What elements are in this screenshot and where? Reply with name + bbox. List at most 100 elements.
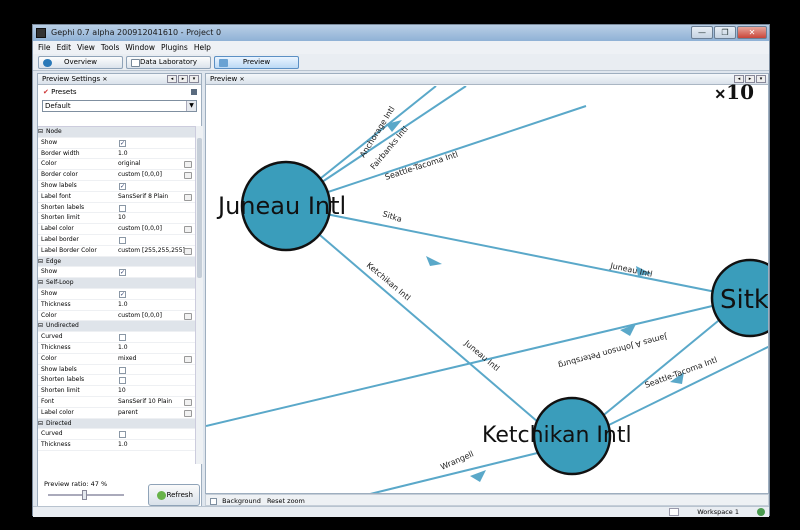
ellipsis-button[interactable] [184, 398, 192, 406]
reset-zoom-link[interactable]: Reset zoom [267, 497, 305, 505]
menu-plugins[interactable]: Plugins [161, 41, 188, 54]
property-row[interactable]: Show labels [38, 365, 195, 376]
property-value[interactable]: SansSerif 10 Plain [118, 397, 172, 408]
property-row[interactable]: Border width 1.0 [38, 149, 195, 160]
scroll-thumb[interactable] [197, 138, 202, 278]
property-checkbox[interactable] [119, 139, 126, 150]
menu-window[interactable]: Window [125, 41, 155, 54]
window-menu-icon[interactable]: ▾ [756, 75, 766, 83]
property-scrollbar[interactable] [195, 126, 203, 464]
property-row[interactable]: Label color custom [0,0,0] [38, 224, 195, 235]
property-value[interactable]: SansSerif 8 Plain [118, 192, 168, 203]
property-checkbox[interactable] [119, 334, 126, 342]
collapse-icon[interactable]: ⊟ [38, 127, 43, 138]
property-checkbox[interactable] [119, 236, 126, 244]
property-value[interactable]: custom [0,0,0] [118, 311, 162, 322]
ellipsis-button[interactable] [184, 312, 192, 320]
data-laboratory-button[interactable]: Data Laboratory [126, 56, 211, 69]
property-category[interactable]: Edge ⊟ [38, 256, 195, 268]
minimize-button[interactable]: — [691, 26, 713, 39]
ellipsis-button[interactable] [184, 161, 192, 169]
property-row[interactable]: Label font SansSerif 8 Plain [38, 192, 195, 203]
property-value[interactable]: custom [0,0,0] [118, 170, 162, 181]
property-checkbox[interactable] [119, 268, 126, 279]
tab-preview[interactable]: Preview ✕ ◂ ▸ ▾ [206, 74, 768, 85]
window-menu-icon[interactable]: ▾ [189, 75, 199, 83]
tab-preview-settings[interactable]: Preview Settings ✕ ◂ ▸ ▾ [38, 74, 201, 85]
property-row[interactable]: Shorten limit 10 [38, 213, 195, 225]
property-row[interactable]: Show [38, 138, 195, 150]
property-name: Color [41, 311, 57, 319]
property-checkbox[interactable] [119, 290, 126, 301]
maximize-button[interactable]: ❐ [714, 26, 736, 39]
property-row[interactable]: Curved [38, 332, 195, 343]
ellipsis-button[interactable] [184, 172, 192, 180]
property-row[interactable]: Thickness 1.0 [38, 300, 195, 311]
collapse-icon[interactable]: ⊟ [38, 257, 43, 268]
ellipsis-button[interactable] [184, 355, 192, 363]
preview-button[interactable]: Preview [214, 56, 299, 69]
ellipsis-button[interactable] [184, 247, 192, 255]
property-row[interactable]: Label Border Color custom [255,255,255] [38, 246, 195, 257]
property-checkbox[interactable] [119, 182, 126, 193]
menu-edit[interactable]: Edit [57, 41, 72, 54]
property-row[interactable]: Font SansSerif 10 Plain [38, 397, 195, 408]
background-checkbox[interactable] [210, 497, 217, 505]
property-value[interactable]: 10 [118, 213, 126, 224]
menu-tools[interactable]: Tools [101, 41, 119, 54]
property-row[interactable]: Color original [38, 159, 195, 171]
ratio-slider[interactable] [48, 490, 124, 500]
property-row[interactable]: Show labels [38, 181, 195, 193]
property-row[interactable]: Shorten labels [38, 375, 195, 387]
menu-file[interactable]: File [38, 41, 51, 54]
property-row[interactable]: Color custom [0,0,0] [38, 311, 195, 322]
property-value[interactable]: mixed [118, 354, 136, 365]
property-row[interactable]: Show [38, 267, 195, 279]
collapse-icon[interactable]: ⊟ [38, 419, 43, 430]
property-row[interactable]: Show [38, 289, 195, 301]
property-value[interactable]: original [118, 159, 140, 170]
menu-help[interactable]: Help [194, 41, 211, 54]
property-row[interactable]: Border color custom [0,0,0] [38, 170, 195, 181]
property-category[interactable]: Undirected ⊟ [38, 321, 195, 333]
property-value[interactable]: custom [0,0,0] [118, 224, 162, 235]
property-checkbox[interactable] [119, 377, 126, 385]
property-checkbox[interactable] [119, 204, 126, 212]
menu-view[interactable]: View [77, 41, 95, 54]
collapse-icon[interactable]: ⊟ [38, 321, 43, 332]
property-value[interactable]: 10 [118, 386, 126, 397]
property-row[interactable]: Shorten limit 10 [38, 386, 195, 397]
ellipsis-button[interactable] [184, 193, 192, 201]
slider-knob[interactable] [81, 490, 87, 500]
property-category[interactable]: Node ⊟ [38, 127, 195, 138]
ellipsis-button[interactable] [184, 409, 192, 417]
collapse-icon[interactable]: ⊟ [38, 278, 43, 289]
nav-left-icon[interactable]: ◂ [167, 75, 177, 83]
save-preset-icon[interactable] [191, 89, 197, 95]
property-value[interactable]: 1.0 [118, 300, 128, 311]
property-row[interactable]: Thickness 1.0 [38, 343, 195, 354]
property-row[interactable]: Shorten labels [38, 203, 195, 214]
preset-select[interactable]: Default ▼ [42, 100, 197, 112]
property-row[interactable]: Label color parent [38, 408, 195, 419]
property-checkbox[interactable] [119, 431, 126, 439]
property-row[interactable]: Thickness 1.0 [38, 440, 195, 451]
property-row[interactable]: Color mixed [38, 354, 195, 365]
property-value[interactable]: parent [118, 408, 138, 419]
graph-canvas[interactable]: Anchorage Intl Fairbanks Intl Seattle-Ta… [206, 86, 769, 494]
ellipsis-button[interactable] [184, 226, 192, 234]
overview-button[interactable]: Overview [38, 56, 123, 69]
workspace-label[interactable]: Workspace 1 [697, 507, 739, 518]
property-value[interactable]: 1.0 [118, 343, 128, 354]
property-row[interactable]: Curved [38, 429, 195, 441]
property-value[interactable]: 1.0 [118, 149, 128, 160]
property-row[interactable]: Label border [38, 235, 195, 246]
property-category[interactable]: Directed ⊟ [38, 418, 195, 430]
property-value[interactable]: custom [255,255,255] [118, 246, 185, 257]
property-checkbox[interactable] [119, 366, 126, 374]
property-value[interactable]: 1.0 [118, 440, 128, 451]
nav-right-icon[interactable]: ▸ [178, 75, 188, 83]
close-button[interactable]: ✕ [737, 26, 767, 39]
property-category[interactable]: Self-Loop ⊟ [38, 278, 195, 289]
refresh-button[interactable]: Refresh [148, 484, 200, 506]
